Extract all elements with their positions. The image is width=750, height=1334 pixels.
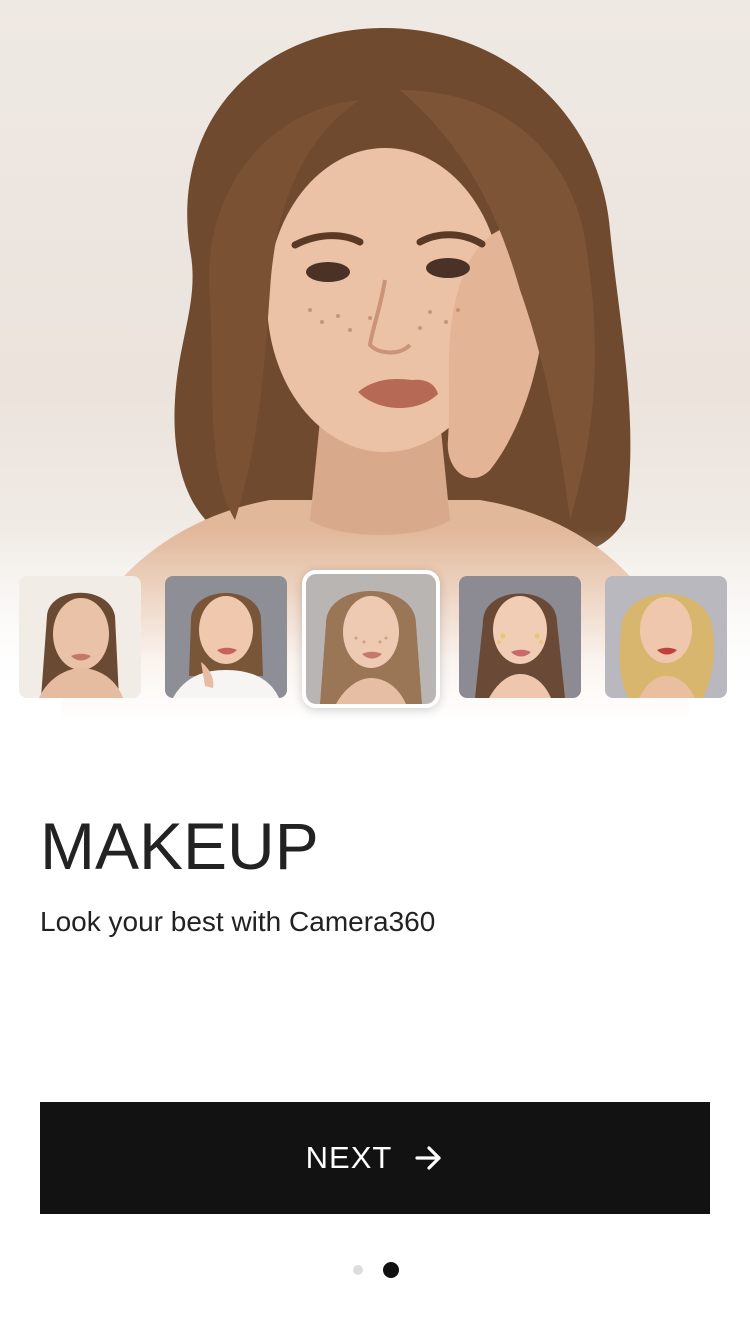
thumbnail-style-5[interactable] xyxy=(605,576,727,698)
next-button-label: NEXT xyxy=(305,1140,393,1175)
thumbnail-style-3-selected[interactable] xyxy=(302,570,440,708)
thumbnail-style-1[interactable] xyxy=(19,576,141,698)
page-indicator xyxy=(0,1262,750,1278)
thumbnail-style-4[interactable] xyxy=(459,576,581,698)
page-dot-1[interactable] xyxy=(353,1265,363,1275)
page-title: MAKEUP xyxy=(40,809,319,883)
arrow-right-icon xyxy=(414,1143,444,1173)
page-subtitle: Look your best with Camera360 xyxy=(40,906,436,937)
onboarding-screen: MAKEUP Look your best with Camera360 NEX… xyxy=(0,0,750,1334)
next-button[interactable]: NEXT xyxy=(40,1102,710,1214)
style-thumbnails xyxy=(0,566,750,708)
thumbnail-style-2[interactable] xyxy=(165,576,287,698)
page-dot-2-active[interactable] xyxy=(383,1262,399,1278)
